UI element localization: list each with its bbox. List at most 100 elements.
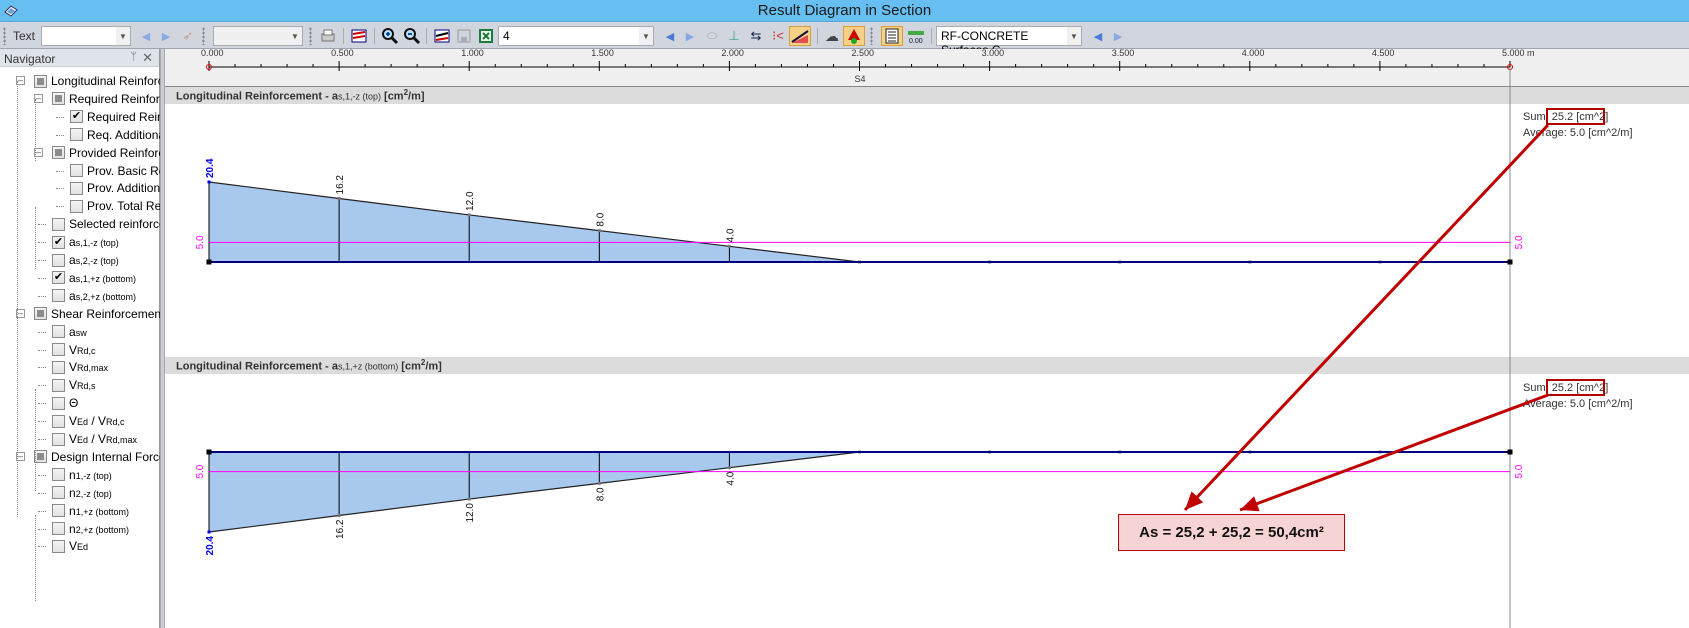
navigator-item[interactable]: n1,-z (top) [38, 466, 112, 484]
next-arrow-icon[interactable]: ▶ [158, 26, 174, 46]
close-icon[interactable]: ✕ [142, 50, 153, 66]
toolbar-grip[interactable] [870, 27, 873, 45]
navigator-item[interactable]: as,2,+z (bottom) [38, 287, 136, 305]
navigator-item[interactable]: n1,+z (bottom) [38, 502, 129, 520]
checkbox[interactable] [52, 504, 65, 518]
load-icon[interactable]: ☁ [822, 26, 842, 46]
checkbox[interactable] [52, 343, 65, 356]
results-toggle-button[interactable] [843, 26, 865, 46]
navigator-item[interactable]: – Provided Reinforc [34, 144, 164, 162]
toolbar-grip[interactable] [202, 27, 205, 45]
checkbox[interactable] [52, 414, 65, 428]
zoom-in-button[interactable] [380, 26, 400, 46]
navigator-item[interactable]: Θ [38, 394, 78, 412]
navigator-item[interactable]: VRd,s [38, 376, 96, 394]
excel-export-button[interactable] [476, 26, 496, 46]
diagram-icon [351, 29, 367, 43]
navigator-item[interactable]: VEd / VRd,c [38, 412, 125, 430]
tree-connector [38, 403, 46, 405]
toolbar-grip[interactable] [309, 27, 312, 45]
navigator-item[interactable]: – Longitudinal Reinforc [16, 72, 164, 90]
transform-icon[interactable]: ⇆ [746, 26, 766, 46]
navigator-item[interactable]: ✔ Required Reinf [56, 108, 167, 126]
checkbox[interactable] [52, 432, 65, 446]
navigator-item[interactable]: Prov. Total Rei [56, 197, 164, 215]
values-button[interactable]: 0.00 [906, 26, 926, 46]
navigator-item[interactable]: VRd,c [38, 341, 96, 359]
previous-module-arrow-icon[interactable]: ◀ [1090, 26, 1106, 46]
selection-combo[interactable]: ▼ [213, 26, 303, 46]
checkbox[interactable] [52, 253, 65, 267]
navigator-item[interactable]: Prov. Basic Rei [56, 162, 168, 180]
checkbox[interactable]: ✔ [52, 235, 65, 249]
navigator-item[interactable]: Prov. Addition [56, 179, 160, 197]
navigator-item[interactable]: VRd,max [38, 358, 108, 376]
checkbox[interactable] [52, 217, 65, 231]
checkbox[interactable]: ✔ [52, 271, 65, 285]
chevron-down-icon[interactable]: ▼ [639, 27, 653, 45]
previous-arrow-icon[interactable]: ◀ [662, 26, 678, 46]
navigator-item[interactable]: ✔ as,1,-z (top) [38, 233, 119, 251]
checkbox[interactable] [52, 325, 65, 339]
next-module-arrow-icon[interactable]: ▶ [1110, 26, 1126, 46]
section-cut-icon[interactable]: ⁝< [768, 26, 788, 46]
pin-icon[interactable]: ᛘ [130, 51, 137, 63]
navigator-item[interactable]: n2,+z (bottom) [38, 520, 129, 538]
navigator-item[interactable]: VEd / VRd,max [38, 430, 137, 448]
checkbox[interactable] [52, 146, 65, 160]
surface-icon[interactable]: ⬭ [702, 26, 722, 46]
print-button[interactable] [318, 26, 338, 46]
text-label: Text [12, 29, 35, 43]
result-diagram-button[interactable] [349, 26, 369, 46]
number-combo[interactable]: 4 ▼ [498, 26, 654, 46]
checkbox[interactable] [52, 92, 65, 106]
navigator-item-label: Req. Additiona [87, 127, 166, 142]
previous-arrow-icon[interactable]: ◀ [138, 26, 154, 46]
zoom-out-button[interactable] [402, 26, 422, 46]
navigator-item-label: Selected reinforce [69, 217, 166, 232]
table-view-button[interactable] [881, 26, 903, 46]
navigator-item[interactable]: asw [38, 323, 87, 341]
navigator-item-label: n1,-z (top) [69, 467, 112, 482]
text-combo[interactable]: ▼ [41, 26, 131, 46]
export-diagram-button[interactable] [432, 26, 452, 46]
tree-connector [38, 277, 46, 279]
diagram-toggle-button[interactable] [789, 26, 811, 46]
checkbox[interactable] [52, 360, 65, 374]
navigator-item[interactable]: n2,-z (top) [38, 484, 112, 502]
checkbox[interactable] [34, 74, 47, 88]
checkbox[interactable] [70, 128, 83, 142]
navigator-item[interactable]: – Design Internal Forces [16, 448, 172, 466]
navigator-item[interactable]: – Required Reinforc [34, 90, 166, 108]
window-title: Result Diagram in Section [757, 2, 932, 19]
save-button[interactable] [454, 26, 474, 46]
support-icon[interactable]: ⊥ [724, 26, 744, 46]
checkbox[interactable]: ✔ [70, 110, 83, 124]
checkbox[interactable] [52, 539, 65, 553]
checkbox[interactable] [52, 289, 65, 303]
navigator-item[interactable]: as,2,-z (top) [38, 251, 119, 269]
navigator-item[interactable]: VEd [38, 537, 88, 555]
tree-connector [56, 116, 64, 118]
module-combo[interactable]: RF-CONCRETE Surfaces C▼ [936, 26, 1082, 57]
checkbox[interactable] [52, 468, 65, 482]
navigator-item[interactable]: Selected reinforce [38, 215, 166, 233]
navigator-item[interactable]: ✔ as,1,+z (bottom) [38, 269, 136, 287]
chevron-down-icon[interactable]: ▼ [116, 27, 130, 45]
navigator-item[interactable]: – Shear Reinforcement [16, 305, 164, 323]
toolbar-grip[interactable] [3, 27, 6, 45]
checkbox[interactable] [70, 181, 83, 195]
pointer-icon[interactable]: ➶ [180, 26, 196, 46]
chevron-down-icon[interactable]: ▼ [288, 27, 302, 45]
checkbox[interactable] [52, 486, 65, 500]
navigator-item[interactable]: Req. Additiona [56, 126, 166, 144]
chevron-down-icon[interactable]: ▼ [1067, 27, 1081, 45]
checkbox[interactable] [52, 522, 65, 535]
zoom-in-icon [382, 28, 399, 45]
checkbox[interactable] [70, 164, 83, 177]
checkbox[interactable] [52, 396, 65, 410]
checkbox[interactable] [52, 378, 65, 392]
next-arrow-icon[interactable]: ▶ [682, 26, 698, 46]
checkbox[interactable] [34, 307, 47, 321]
checkbox[interactable] [70, 199, 83, 213]
